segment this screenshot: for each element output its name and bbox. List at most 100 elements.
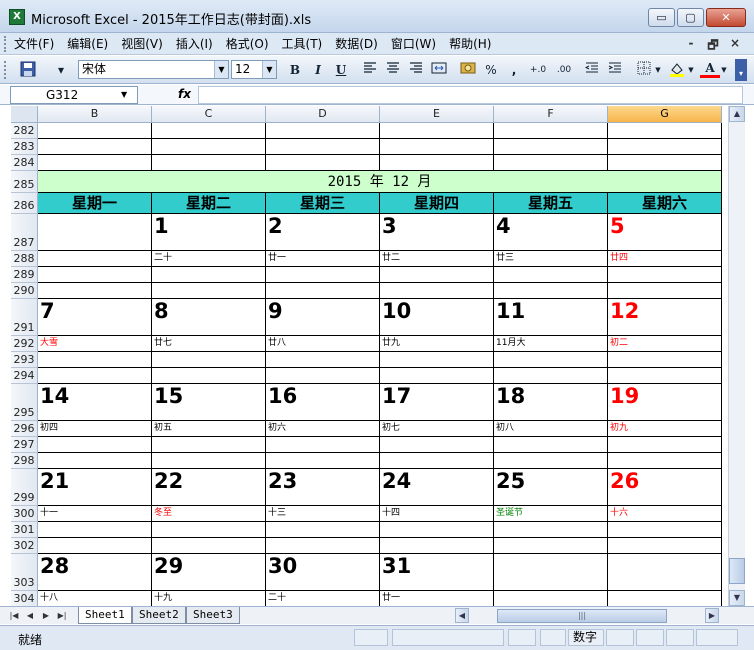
decrease-indent-icon[interactable] [582, 61, 602, 79]
day-number-cell[interactable] [38, 214, 152, 251]
empty-cell[interactable] [266, 453, 380, 469]
month-banner[interactable]: 2015 年 12 月 [38, 171, 722, 193]
scroll-left-icon[interactable]: ◀ [455, 608, 469, 623]
empty-cell[interactable] [266, 283, 380, 299]
lunar-date-cell[interactable]: 初六 [266, 421, 380, 437]
lunar-date-cell[interactable]: 十四 [380, 506, 494, 522]
empty-cell[interactable] [380, 538, 494, 554]
empty-cell[interactable] [38, 352, 152, 368]
day-number-cell[interactable]: 5 [608, 214, 722, 251]
row-header[interactable]: 293 [11, 352, 38, 368]
empty-cell[interactable] [266, 352, 380, 368]
menu-item[interactable]: 视图(V) [121, 36, 163, 52]
empty-cell[interactable] [38, 522, 152, 538]
font-color-dropdown-icon[interactable]: ▼ [719, 61, 729, 79]
day-number-cell[interactable]: 3 [380, 214, 494, 251]
day-number-cell[interactable]: 14 [38, 384, 152, 421]
empty-cell[interactable] [152, 155, 266, 171]
font-name-select[interactable]: 宋体 ▼ [78, 60, 229, 79]
row-header[interactable]: 283 [11, 139, 38, 155]
row-header[interactable]: 282 [11, 123, 38, 139]
lunar-date-cell[interactable]: 廿九 [380, 336, 494, 352]
doc-close-icon[interactable]: × [724, 36, 746, 57]
empty-cell[interactable] [494, 538, 608, 554]
weekday-header[interactable]: 星期六 [608, 193, 722, 214]
empty-cell[interactable] [494, 267, 608, 283]
lunar-date-cell[interactable]: 圣诞节 [494, 506, 608, 522]
empty-cell[interactable] [266, 538, 380, 554]
column-header[interactable]: D [266, 106, 380, 123]
empty-cell[interactable] [266, 155, 380, 171]
row-header[interactable]: 288 [11, 251, 38, 267]
empty-cell[interactable] [494, 522, 608, 538]
weekday-header[interactable]: 星期二 [152, 193, 266, 214]
last-sheet-icon[interactable]: ▶| [56, 608, 68, 624]
next-sheet-icon[interactable]: ▶ [40, 608, 52, 624]
formula-input[interactable] [198, 86, 743, 104]
font-dropdown-icon[interactable]: ▼ [214, 61, 228, 78]
name-box[interactable]: G312 ▼ [10, 86, 138, 104]
empty-cell[interactable] [380, 123, 494, 139]
borders-dropdown-icon[interactable]: ▼ [653, 61, 663, 79]
toolbar-overflow-icon[interactable]: ▾ [735, 59, 747, 81]
row-header[interactable]: 284 [11, 155, 38, 171]
currency-icon[interactable] [458, 61, 478, 79]
lunar-date-cell[interactable]: 廿四 [608, 251, 722, 267]
prev-sheet-icon[interactable]: ◀ [24, 608, 36, 624]
lunar-date-cell[interactable] [494, 591, 608, 606]
empty-cell[interactable] [608, 352, 722, 368]
empty-cell[interactable] [38, 453, 152, 469]
horizontal-scrollbar[interactable]: ◀ ||| ▶ [455, 608, 725, 624]
column-header[interactable]: E [380, 106, 494, 123]
day-number-cell[interactable] [494, 554, 608, 591]
day-number-cell[interactable]: 12 [608, 299, 722, 336]
increase-decimal-button[interactable]: +.0 [526, 61, 550, 79]
empty-cell[interactable] [152, 283, 266, 299]
tab-sheet3[interactable]: Sheet3 [186, 607, 240, 624]
row-header[interactable]: 291 [11, 299, 38, 336]
empty-cell[interactable] [380, 155, 494, 171]
borders-icon[interactable] [634, 61, 654, 79]
day-number-cell[interactable]: 15 [152, 384, 266, 421]
day-number-cell[interactable]: 21 [38, 469, 152, 506]
empty-cell[interactable] [266, 522, 380, 538]
day-number-cell[interactable]: 8 [152, 299, 266, 336]
name-box-dropdown-icon[interactable]: ▼ [121, 87, 127, 103]
tab-sheet2[interactable]: Sheet2 [132, 607, 186, 624]
menu-item[interactable]: 文件(F) [14, 36, 54, 52]
empty-cell[interactable] [380, 283, 494, 299]
day-number-cell[interactable]: 4 [494, 214, 608, 251]
day-number-cell[interactable]: 7 [38, 299, 152, 336]
empty-cell[interactable] [38, 437, 152, 453]
row-header[interactable]: 292 [11, 336, 38, 352]
lunar-date-cell[interactable]: 大雪 [38, 336, 152, 352]
close-window-button[interactable]: ✕ [706, 8, 746, 27]
empty-cell[interactable] [152, 368, 266, 384]
empty-cell[interactable] [266, 368, 380, 384]
lunar-date-cell[interactable]: 十九 [152, 591, 266, 606]
empty-cell[interactable] [494, 139, 608, 155]
empty-cell[interactable] [608, 368, 722, 384]
lunar-date-cell[interactable]: 初八 [494, 421, 608, 437]
empty-cell[interactable] [494, 123, 608, 139]
worksheet-grid[interactable]: 2015 年 12 月星期一 星期二 星期三 星期四 星期五 星期六 1 二十 2 廿一 3 廿二 4 廿… [38, 123, 722, 606]
column-header[interactable]: F [494, 106, 608, 123]
lunar-date-cell[interactable]: 11月大 [494, 336, 608, 352]
row-header[interactable]: 300 [11, 506, 38, 522]
align-left-icon[interactable] [360, 61, 380, 79]
empty-cell[interactable] [608, 538, 722, 554]
empty-cell[interactable] [380, 139, 494, 155]
italic-button[interactable]: I [308, 61, 328, 79]
font-size-select[interactable]: 12 ▼ [231, 60, 277, 79]
empty-cell[interactable] [608, 155, 722, 171]
row-header[interactable]: 287 [11, 214, 38, 251]
day-number-cell[interactable]: 22 [152, 469, 266, 506]
day-number-cell[interactable]: 18 [494, 384, 608, 421]
row-header[interactable]: 285 [11, 171, 38, 193]
row-header[interactable]: 294 [11, 368, 38, 384]
toolbar-grip-handle[interactable] [4, 61, 12, 79]
fill-color-icon[interactable] [667, 61, 687, 79]
day-number-cell[interactable]: 1 [152, 214, 266, 251]
empty-cell[interactable] [266, 123, 380, 139]
empty-cell[interactable] [608, 453, 722, 469]
